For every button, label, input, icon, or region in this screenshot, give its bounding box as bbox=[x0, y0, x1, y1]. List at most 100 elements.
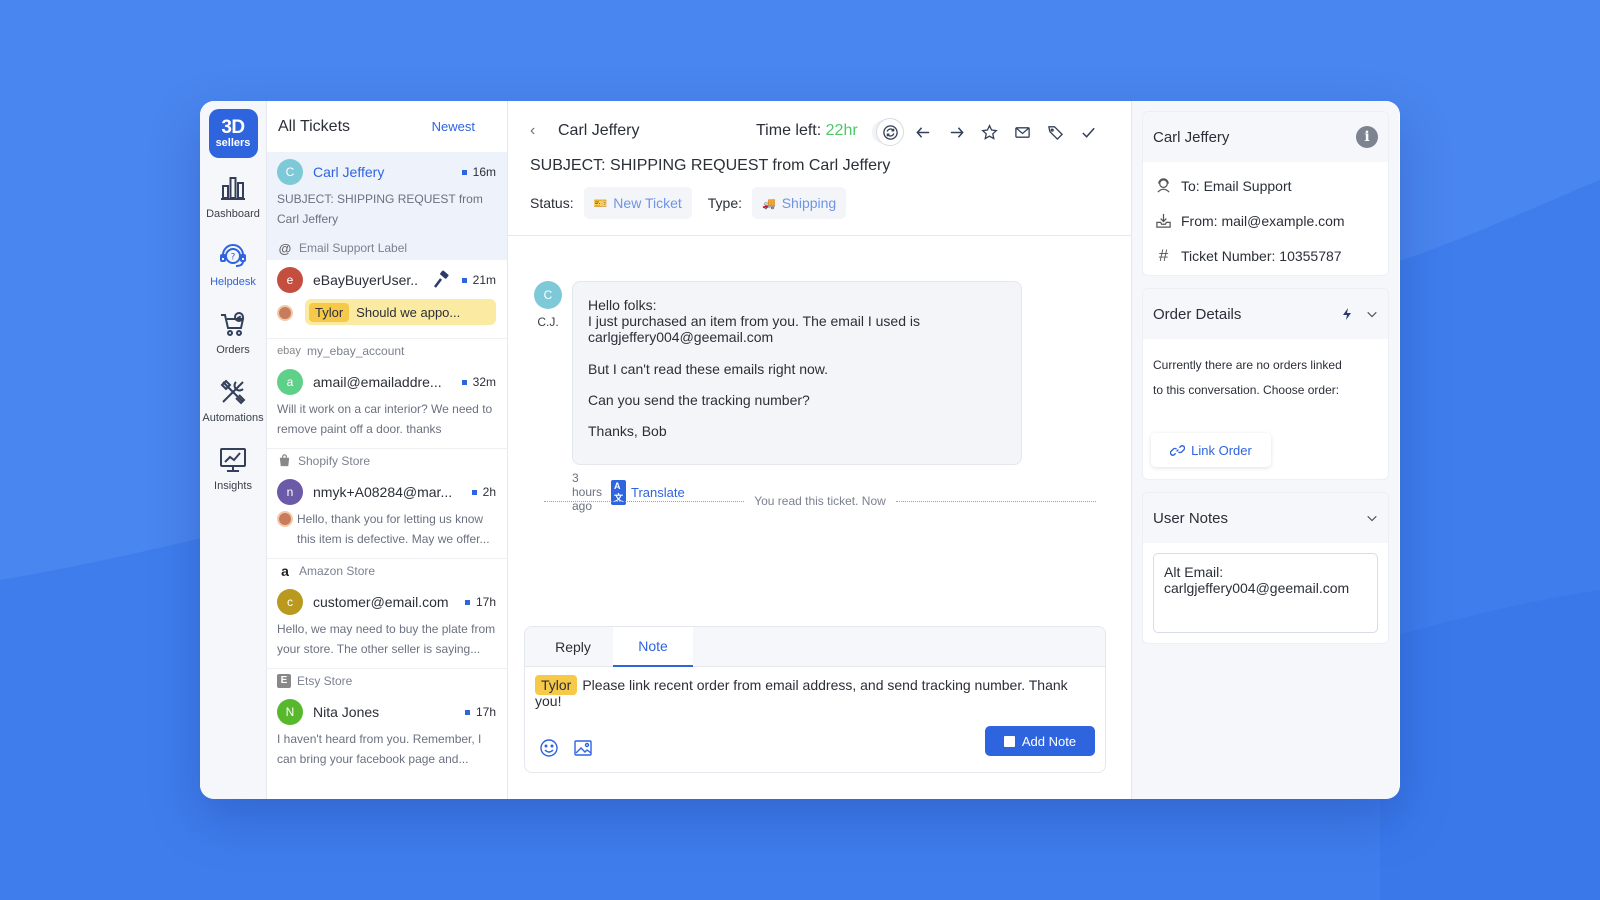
ticket-item[interactable]: e eBayBuyerUser.. 21m Tylor Should we ap… bbox=[267, 260, 507, 336]
checkmark-icon bbox=[1081, 127, 1095, 138]
info-icon[interactable]: i bbox=[1356, 126, 1378, 148]
link-order-button[interactable]: Link Order bbox=[1151, 433, 1271, 467]
star-icon bbox=[980, 123, 998, 140]
nav-insights[interactable]: Insights bbox=[200, 445, 267, 513]
sender-initials: C.J. bbox=[537, 315, 559, 329]
ticket-preview: Hello, thank you for letting us know thi… bbox=[277, 509, 496, 549]
ticket-time: 21m bbox=[461, 273, 496, 287]
sort-dropdown[interactable]: Newest bbox=[432, 119, 475, 134]
section-etsy: E Etsy Store bbox=[267, 668, 507, 692]
nav-orders[interactable]: Orders bbox=[200, 309, 267, 377]
notes-line: carlgjeffery004@geemail.com bbox=[1164, 580, 1350, 596]
emoji-icon[interactable] bbox=[539, 738, 559, 758]
note-icon bbox=[1003, 735, 1015, 747]
refresh-button[interactable] bbox=[876, 118, 904, 146]
avatar: e bbox=[277, 267, 303, 293]
nav-helpdesk[interactable]: ? Helpdesk bbox=[200, 241, 267, 309]
ebay-icon: ebay bbox=[277, 344, 301, 357]
unread-indicator-icon bbox=[471, 489, 477, 495]
mention-tag: Tylor bbox=[309, 302, 350, 322]
add-note-button[interactable]: Add Note bbox=[985, 726, 1095, 756]
nav-label: Helpdesk bbox=[210, 276, 256, 288]
user-notes-input[interactable]: Alt Email: carlgjeffery004@geemail.com bbox=[1153, 553, 1378, 633]
nav-dashboard[interactable]: Dashboard bbox=[200, 173, 267, 241]
user-notes-header[interactable]: User Notes bbox=[1143, 493, 1388, 543]
add-note-label: Add Note bbox=[1021, 733, 1077, 749]
ticket-sender: customer@email.com bbox=[313, 594, 449, 610]
tab-note[interactable]: Note bbox=[613, 627, 693, 667]
ticket-list: All Tickets Newest C Carl Jeffery 16m SU… bbox=[267, 101, 508, 799]
lightning-icon[interactable] bbox=[1340, 307, 1354, 321]
type-dropdown[interactable]: 🚚 Shipping bbox=[752, 187, 847, 219]
previous-ticket-button[interactable] bbox=[909, 118, 937, 146]
resolve-button[interactable] bbox=[1074, 118, 1102, 146]
ticket-item[interactable]: n nmyk+A08284@mar... 2h Hello, thank you… bbox=[267, 472, 507, 556]
avatar: c bbox=[277, 589, 303, 615]
back-arrow-icon[interactable]: ‹ bbox=[530, 122, 554, 140]
section-amazon: a Amazon Store bbox=[267, 558, 507, 582]
next-ticket-button[interactable] bbox=[942, 118, 970, 146]
divider bbox=[895, 500, 1096, 502]
time-left: Time left: 22hr bbox=[756, 122, 858, 140]
ticket-item[interactable]: N Nita Jones 17h I haven't heard from yo… bbox=[267, 692, 507, 776]
contact-card-header: Carl Jeffery i bbox=[1143, 112, 1388, 162]
ticket-item[interactable]: c customer@email.com 17h Hello, we may n… bbox=[267, 582, 507, 666]
ticket-time: 32m bbox=[461, 375, 496, 389]
image-icon[interactable] bbox=[573, 738, 593, 758]
nav-automations[interactable]: Automations bbox=[200, 377, 267, 445]
order-details-header[interactable]: Order Details bbox=[1143, 289, 1388, 339]
arrow-left-icon bbox=[915, 126, 929, 138]
composer-tabs: Reply Note bbox=[525, 627, 1105, 667]
ticket-item[interactable]: C Carl Jeffery 16m SUBJECT: SHIPPING REQ… bbox=[267, 152, 507, 236]
star-button[interactable] bbox=[975, 118, 1003, 146]
user-notes-card: User Notes Alt Email: carlgjeffery004@ge… bbox=[1142, 492, 1389, 644]
ticket-preview: Will it work on a car interior? We need … bbox=[277, 402, 493, 436]
cart-icon bbox=[221, 312, 245, 336]
tag-button[interactable] bbox=[1041, 118, 1069, 146]
email-button[interactable] bbox=[1008, 118, 1036, 146]
at-icon: @ bbox=[278, 240, 292, 256]
ticket-sender: Nita Jones bbox=[313, 704, 380, 720]
unread-indicator-icon bbox=[461, 169, 467, 175]
mention-note[interactable]: Tylor Should we appo... bbox=[305, 299, 496, 325]
chevron-down-icon[interactable] bbox=[1366, 512, 1378, 524]
read-receipt: You read this ticket. Now bbox=[544, 494, 1096, 508]
nav-label: Automations bbox=[202, 412, 264, 424]
tab-reply[interactable]: Reply bbox=[533, 627, 613, 667]
section-email-support: @ Email Support Label bbox=[267, 236, 507, 260]
logo-text-bottom: sellers bbox=[215, 137, 251, 149]
monitor-chart-icon bbox=[220, 448, 246, 472]
unread-indicator-icon bbox=[464, 709, 470, 715]
ticket-time: 16m bbox=[461, 165, 496, 179]
ticket-preview: SUBJECT: SHIPPING REQUEST from Carl Jeff… bbox=[277, 192, 483, 226]
shopify-bag-icon bbox=[279, 454, 290, 467]
ticket-meta: Status: 🎫 New Ticket Type: 🚚 Shipping bbox=[530, 187, 862, 219]
message-line: But I can't read these emails right now. bbox=[588, 361, 829, 377]
from-value: From: mail@example.com bbox=[1181, 212, 1345, 229]
message-line: Thanks, Bob bbox=[588, 423, 667, 439]
user-notes-title: User Notes bbox=[1153, 509, 1229, 527]
new-ticket-icon: 🎫 bbox=[593, 197, 608, 210]
ticket-preview-text: Hello, thank you for letting us know thi… bbox=[297, 512, 490, 546]
section-label: Amazon Store bbox=[299, 563, 376, 578]
ticket-sender: nmyk+A08284@mar... bbox=[313, 484, 453, 500]
note-input[interactable]: Tylor Please link recent order from email… bbox=[525, 667, 1105, 719]
ticket-time-text: 16m bbox=[472, 165, 496, 179]
envelope-icon bbox=[1014, 126, 1030, 138]
brand-logo[interactable]: 3D sellers bbox=[208, 109, 258, 158]
ticket-time-text: 17h bbox=[475, 595, 496, 609]
ticket-number-row: # Ticket Number: 10355787 bbox=[1143, 238, 1388, 273]
status-label: Status: bbox=[530, 195, 574, 211]
ticket-list-header: All Tickets Newest bbox=[267, 101, 507, 152]
status-dropdown[interactable]: 🎫 New Ticket bbox=[583, 187, 692, 219]
to-row: To: Email Support bbox=[1143, 168, 1388, 203]
section-label: my_ebay_account bbox=[307, 343, 405, 358]
ticket-time: 17h bbox=[464, 595, 496, 609]
ticket-item[interactable]: a amail@emailaddre... 32m Will it work o… bbox=[267, 362, 507, 446]
ticket-sender: amail@emailaddre... bbox=[313, 374, 442, 390]
chevron-down-icon[interactable] bbox=[1366, 308, 1378, 320]
notes-line: Alt Email: bbox=[1164, 564, 1224, 580]
ticket-time-text: 21m bbox=[472, 273, 496, 287]
ticket-sender: eBayBuyerUser.. bbox=[313, 272, 419, 288]
arrow-right-icon bbox=[950, 126, 964, 138]
